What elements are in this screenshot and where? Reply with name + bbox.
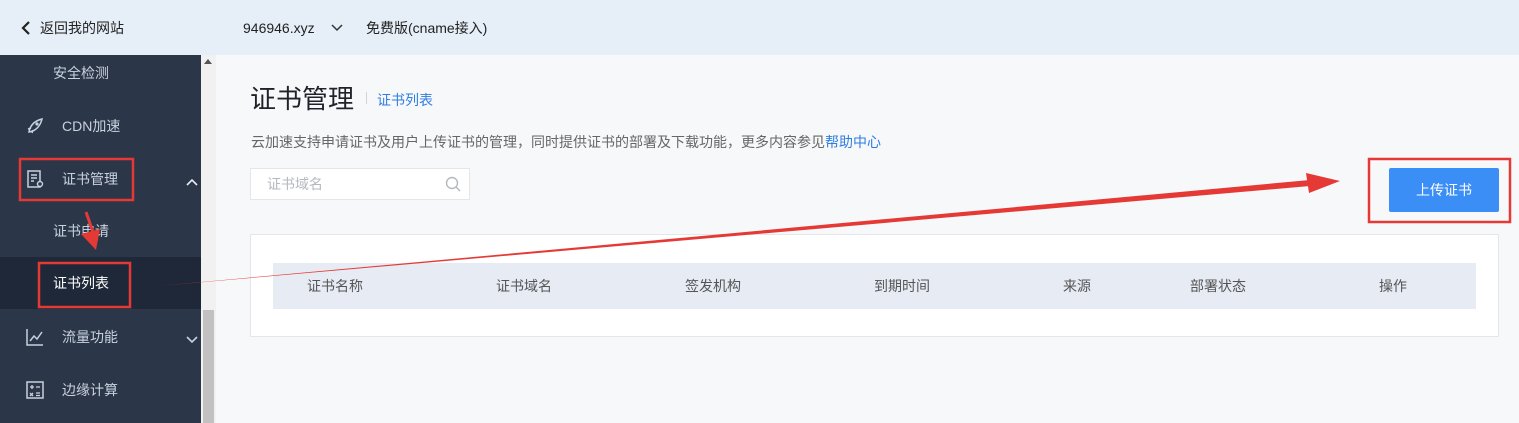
scroll-up-arrow-icon[interactable] bbox=[204, 59, 212, 64]
title-divider bbox=[366, 92, 367, 104]
description-text: 云加速支持申请证书及用户上传证书的管理，同时提供证书的部署及下载功能，更多内容参… bbox=[251, 134, 825, 150]
breadcrumb[interactable]: 证书列表 bbox=[377, 90, 433, 110]
sidebar-item-label: 边缘计算 bbox=[62, 381, 118, 398]
chevron-up-icon bbox=[186, 173, 198, 186]
sidebar-item-label: 证书申请 bbox=[53, 223, 109, 239]
chart-icon bbox=[25, 327, 45, 347]
back-to-sites-link[interactable]: 返回我的网站 bbox=[18, 0, 124, 55]
plan-label: 免费版(cname接入) bbox=[366, 19, 488, 36]
domain-select[interactable]: 946946.xyz bbox=[243, 0, 343, 55]
sidebar-item-cdn[interactable]: CDN加速 bbox=[0, 99, 201, 152]
upload-certificate-button[interactable]: 上传证书 bbox=[1389, 168, 1499, 212]
scroll-thumb[interactable] bbox=[203, 310, 214, 423]
back-label: 返回我的网站 bbox=[40, 19, 124, 36]
sidebar-item-traffic[interactable]: 流量功能 bbox=[0, 310, 201, 363]
sidebar: 安全检测 CDN加速 证书管理 证书申请 证书列表 流量功能 边缘计算 bbox=[0, 55, 201, 423]
sidebar-item-label: 证书列表 bbox=[53, 275, 109, 291]
column-header-source: 来源 bbox=[1063, 278, 1091, 294]
top-bar: 返回我的网站 946946.xyz 免费版(cname接入) bbox=[0, 0, 1519, 55]
chevron-left-icon bbox=[18, 20, 34, 36]
chevron-down-icon bbox=[331, 22, 343, 34]
sidebar-scrollbar[interactable] bbox=[201, 55, 216, 423]
help-center-link[interactable]: 帮助中心 bbox=[825, 134, 881, 150]
search-box bbox=[250, 168, 470, 200]
certificate-table: 证书名称 证书域名 签发机构 到期时间 来源 部署状态 操作 bbox=[250, 234, 1499, 337]
page-title: 证书管理 bbox=[250, 84, 355, 114]
sidebar-item-cert-management[interactable]: 证书管理 bbox=[0, 152, 201, 205]
sidebar-item-label: 证书管理 bbox=[62, 170, 118, 187]
sidebar-item-cert-list[interactable]: 证书列表 bbox=[0, 257, 201, 309]
sidebar-item-cert-apply[interactable]: 证书申请 bbox=[0, 205, 201, 257]
calculator-icon bbox=[25, 380, 45, 400]
column-header-issuer: 签发机构 bbox=[685, 278, 741, 294]
page-description: 云加速支持申请证书及用户上传证书的管理，同时提供证书的部署及下载功能，更多内容参… bbox=[251, 132, 881, 152]
domain-value: 946946.xyz bbox=[243, 19, 315, 36]
column-header-actions: 操作 bbox=[1379, 278, 1407, 294]
sidebar-item-label: 流量功能 bbox=[62, 328, 118, 345]
sidebar-item-label: CDN加速 bbox=[62, 117, 121, 134]
main-content: 证书管理 证书列表 云加速支持申请证书及用户上传证书的管理，同时提供证书的部署及… bbox=[216, 55, 1519, 423]
search-icon[interactable] bbox=[445, 176, 461, 192]
certificate-icon bbox=[25, 169, 45, 189]
column-header-cert-domain: 证书域名 bbox=[496, 278, 552, 294]
column-header-cert-name: 证书名称 bbox=[307, 278, 363, 294]
rocket-icon bbox=[25, 116, 45, 136]
column-header-expiry: 到期时间 bbox=[874, 278, 930, 294]
table-header: 证书名称 证书域名 签发机构 到期时间 来源 部署状态 操作 bbox=[273, 263, 1476, 309]
sidebar-item-security-check[interactable]: 安全检测 bbox=[0, 55, 201, 99]
sidebar-item-edge-compute[interactable]: 边缘计算 bbox=[0, 363, 201, 416]
column-header-deploy-status: 部署状态 bbox=[1190, 278, 1246, 294]
chevron-down-icon bbox=[186, 331, 198, 343]
search-input[interactable] bbox=[251, 169, 441, 199]
sidebar-item-label: 安全检测 bbox=[53, 65, 109, 81]
